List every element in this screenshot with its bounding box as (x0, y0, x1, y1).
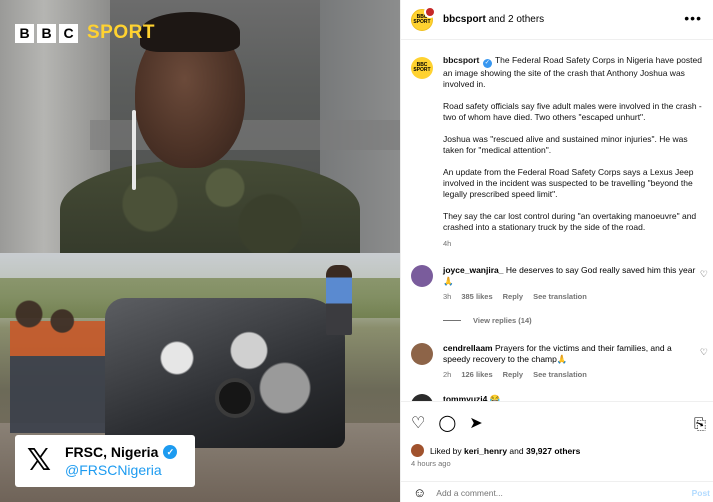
liked-by-user[interactable]: keri_henry (464, 446, 507, 456)
see-translation-button[interactable]: See translation (533, 369, 587, 380)
caption-paragraph-5: They say the car lost control during "an… (443, 211, 697, 232)
caption-paragraph-1: The Federal Road Safety Corps in Nigeria… (443, 55, 702, 89)
post-header: BBC SPORT bbcsport and 2 others ••• (401, 0, 713, 40)
comment-avatar[interactable] (411, 343, 433, 365)
caption-username[interactable]: bbcsport (443, 55, 479, 65)
comment-username[interactable]: joyce_wanjira_ (443, 265, 503, 275)
comment-likes[interactable]: 126 likes (461, 369, 492, 380)
comment-likes[interactable]: 385 likes (461, 291, 492, 302)
comment-bubble-icon[interactable]: ◯ (438, 416, 456, 432)
emoji-picker-icon[interactable]: ☺ (413, 485, 426, 500)
comment-like-icon[interactable]: ♡ (700, 269, 708, 280)
bookmark-icon[interactable]: ⎘ (694, 416, 706, 433)
comment-time[interactable]: 2h (443, 369, 451, 380)
caption-paragraph-3: Joshua was "rescued alive and sustained … (443, 134, 688, 155)
add-comment-bar: ☺ Post (401, 481, 713, 502)
header-avatar[interactable]: BBC SPORT (411, 5, 436, 31)
caption: BBC SPORT bbcsport ✓ The Federal Road Sa… (401, 41, 713, 249)
bbc-letter-c: C (59, 23, 78, 43)
comment-username[interactable]: cendrellaam (443, 343, 493, 353)
see-translation-button[interactable]: See translation (533, 291, 587, 302)
frsc-handle: @FRSCNigeria (65, 462, 162, 478)
bbc-sport-logo: B B C SPORT (15, 22, 155, 44)
reply-button[interactable]: Reply (503, 369, 523, 380)
x-logo-icon: 𝕏 (26, 443, 52, 478)
frsc-overlay-card: 𝕏 FRSC, Nigeria ✓ @FRSCNigeria (15, 435, 195, 487)
comments-scroll[interactable]: BBC SPORT bbcsport ✓ The Federal Road Sa… (401, 41, 713, 401)
liker-avatar[interactable] (411, 444, 424, 457)
header-and-others[interactable]: and 2 others (489, 14, 545, 25)
verified-badge-icon: ✓ (163, 445, 178, 459)
comment-input[interactable] (436, 487, 667, 498)
post-panel: BBC SPORT bbcsport and 2 others ••• BBC … (400, 0, 713, 502)
comment-avatar[interactable] (411, 394, 433, 401)
like-heart-icon[interactable]: ♡ (411, 416, 425, 432)
bbc-letter-b2: B (37, 23, 56, 43)
caption-paragraph-2: Road safety officials say five adult mal… (443, 101, 702, 122)
comment-time[interactable]: 3h (443, 291, 451, 302)
liked-others-count[interactable]: 39,927 others (526, 446, 580, 456)
view-replies-button[interactable]: View replies (14) (443, 316, 713, 325)
comment-username[interactable]: tommyuzi4 (443, 394, 487, 401)
comment-item: joyce_wanjira_ He deserves to say God re… (401, 265, 713, 302)
photo-athlete: B B C SPORT (0, 0, 400, 253)
reply-button[interactable]: Reply (503, 291, 523, 302)
comment-text: 😂 (489, 394, 501, 401)
comment-like-icon[interactable]: ♡ (700, 347, 708, 358)
story-ring-icon (424, 5, 436, 18)
caption-avatar[interactable]: BBC SPORT (411, 57, 433, 79)
more-options-icon[interactable]: ••• (684, 11, 702, 25)
comment-avatar[interactable] (411, 265, 433, 287)
post-actions: ♡ ◯ ➤ ⎘ Liked by keri_henry and 39,927 o… (401, 401, 713, 501)
post-timestamp[interactable]: 4 hours ago (411, 459, 451, 468)
caption-time: 4h (443, 239, 452, 248)
verified-icon: ✓ (482, 59, 492, 68)
bbc-letter-b1: B (15, 23, 34, 43)
likes-summary: Liked by keri_henry and 39,927 others (411, 444, 580, 457)
frsc-name: FRSC, Nigeria (65, 444, 159, 460)
caption-paragraph-4: An update from the Federal Road Safety C… (443, 167, 694, 199)
share-send-icon[interactable]: ➤ (469, 416, 482, 432)
comment-item: tommyuzi4 😂 (401, 394, 713, 401)
liked-by-label: Liked by (430, 445, 462, 456)
header-username[interactable]: bbcsport (443, 14, 486, 25)
comment-item: cendrellaam Prayers for the victims and … (401, 343, 713, 380)
liked-and-label: and (509, 445, 524, 456)
post-media[interactable]: B B C SPORT 𝕏 FRSC, Nigeria ✓ @FRSCNiger… (0, 0, 400, 502)
post-comment-button[interactable]: Post (692, 488, 710, 498)
bbc-sport-text: SPORT (87, 22, 155, 43)
